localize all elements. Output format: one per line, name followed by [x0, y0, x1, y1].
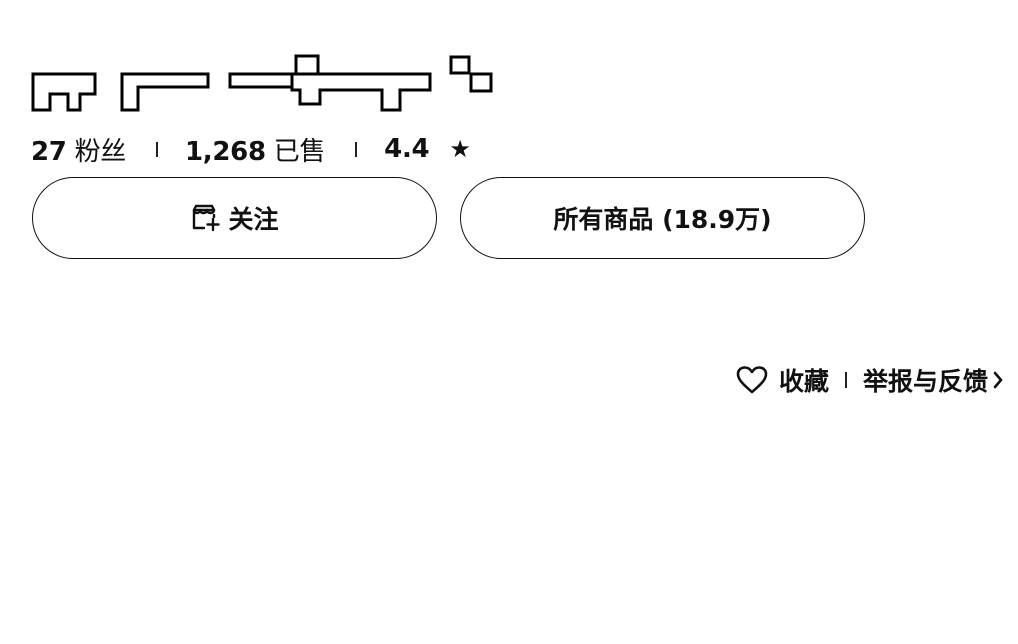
- followers-label: 粉丝: [74, 136, 127, 167]
- followers-stat: 27 粉丝: [31, 131, 126, 168]
- shop-header: 27 粉丝 1,268 已售 4.4 ★ 关注 所有商品 (18.9万) 收藏 …: [0, 0, 1018, 644]
- store-name-logo: [31, 54, 493, 112]
- sold-count: 1,268: [185, 136, 266, 167]
- favorite-button[interactable]: 收藏: [735, 362, 829, 398]
- sold-stat: 1,268 已售: [185, 131, 325, 168]
- follow-store-icon: [190, 204, 222, 232]
- report-feedback-label: 举报与反馈: [862, 367, 988, 396]
- favorite-label: 收藏: [778, 367, 829, 396]
- sold-label: 已售: [273, 136, 326, 167]
- follow-button[interactable]: 关注: [32, 177, 437, 259]
- heart-icon: [735, 365, 769, 395]
- all-products-label: 所有商品 (18.9万): [553, 205, 772, 234]
- followers-count: 27: [31, 136, 67, 167]
- all-products-button[interactable]: 所有商品 (18.9万): [460, 177, 865, 259]
- star-icon: ★: [449, 135, 471, 163]
- follow-label: 关注: [228, 205, 279, 234]
- chevron-right-icon: [992, 370, 1004, 390]
- stat-divider: [156, 141, 158, 157]
- rating-stat: 4.4 ★: [384, 134, 471, 164]
- stat-divider: [355, 141, 358, 157]
- shop-actions: 收藏 举报与反馈: [735, 360, 1004, 400]
- action-divider: [844, 372, 847, 388]
- rating-value: 4.4: [384, 134, 430, 164]
- report-feedback-link[interactable]: 举报与反馈: [863, 362, 1004, 398]
- shop-stats: 27 粉丝 1,268 已售 4.4 ★: [31, 130, 471, 168]
